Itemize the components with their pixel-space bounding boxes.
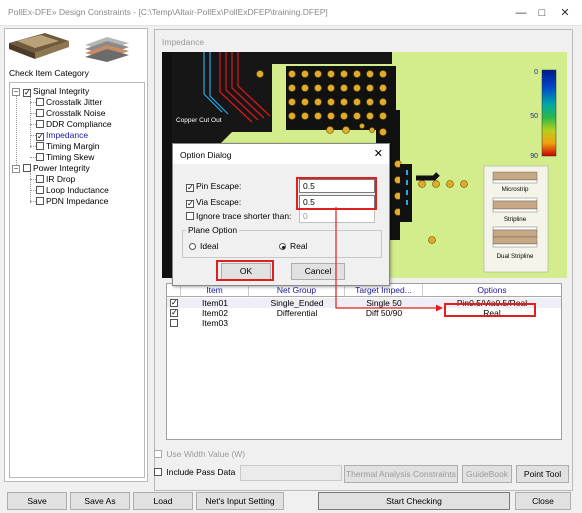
tree-item-ddr-compliance[interactable]: DDR Compliance [36,119,112,130]
pin-escape-option[interactable]: ✓ Pin Escape: [186,181,241,192]
checkbox[interactable] [36,197,44,205]
check-item-category-label: Check Item Category [9,68,89,78]
checkbox[interactable] [36,120,44,128]
tree-item-timing-skew[interactable]: Timing Skew [36,152,94,163]
row-checkbox[interactable]: ✓ [170,299,178,307]
point-tool-button[interactable]: Point Tool [516,465,569,483]
category-tree: − ✓ Signal Integrity Crosstalk Jitter Cro… [9,82,145,478]
cell-item: Item03 [202,318,228,328]
group-label: Impedance [162,37,205,47]
scale-label-max: 90 [530,153,538,160]
copper-cutout-label: Copper Cut Out [176,117,222,124]
tree-item-signal-integrity[interactable]: ✓ Signal Integrity [23,86,89,97]
highlight-options-cell [444,303,536,317]
checkbox[interactable] [36,98,44,106]
thermal-analysis-constraints-button[interactable]: Thermal Analysis Constraints [344,465,458,483]
start-checking-button[interactable]: Start Checking [318,492,510,510]
row-checkbox[interactable] [170,319,178,327]
checkbox[interactable] [23,164,31,172]
checkbox[interactable]: ✓ [186,200,194,208]
checkbox[interactable] [36,186,44,194]
cell-item: Item01 [202,298,228,308]
load-button[interactable]: Load [133,492,193,510]
close-button[interactable]: Close [515,492,571,510]
maximize-icon[interactable]: □ [535,6,549,20]
impedance-scale-bar [541,69,557,157]
checkbox[interactable] [36,153,44,161]
dialog-title: Option Dialog [180,150,232,160]
minimize-icon[interactable]: — [514,6,528,20]
tree-item-pdn-impedance[interactable]: PDN Impedance [36,196,108,207]
disabled-field [240,465,342,481]
legend-stripline: Stripline [504,216,527,223]
via-escape-option[interactable]: ✓ Via Escape: [186,197,241,208]
checkbox[interactable] [154,450,162,458]
checkbox[interactable] [36,109,44,117]
use-width-value-option[interactable]: Use Width Value (W) [154,449,245,459]
tree-item-crosstalk-noise[interactable]: Crosstalk Noise [36,108,106,119]
plane-option-label: Plane Option [186,225,240,235]
annotation-arrow [335,207,443,312]
tree-item-crosstalk-jitter[interactable]: Crosstalk Jitter [36,97,102,108]
legend-dual-stripline: Dual Stripline [497,253,534,260]
tree-item-power-integrity[interactable]: Power Integrity [23,163,90,174]
tree-item-ir-drop[interactable]: IR Drop [36,174,75,185]
checkbox[interactable] [154,468,162,476]
include-pass-data-option[interactable]: Include Pass Data [154,467,235,477]
title-bar: PollEx-DFE» Design Constraints - [C:\Tem… [0,0,582,26]
tree-item-loop-inductance[interactable]: Loop Inductance [36,185,109,196]
table-row[interactable]: Item03 [167,318,561,328]
real-radio[interactable]: Real [279,241,307,251]
checkbox[interactable] [186,212,194,220]
checkbox[interactable] [36,175,44,183]
cell-item: Item02 [202,308,228,318]
tree-item-timing-margin[interactable]: Timing Margin [36,141,100,152]
save-button[interactable]: Save [7,492,67,510]
close-icon[interactable]: ✕ [558,6,572,20]
dialog-close-icon[interactable]: ✕ [374,147,383,160]
checkbox[interactable] [36,142,44,150]
dialog-title-bar: Option Dialog ✕ [173,144,389,164]
expand-toggle-power-integrity[interactable]: − [12,165,20,173]
checkbox[interactable]: ✓ [36,133,44,141]
window-title: PollEx-DFE» Design Constraints - [C:\Tem… [8,7,328,17]
row-checkbox[interactable]: ✓ [170,309,178,317]
nets-input-setting-button[interactable]: Net's Input Setting [196,492,284,510]
legend-microstrip: Microstrip [502,186,529,193]
scale-label-min: 0 [534,69,538,76]
scale-label-mid: 50 [530,113,538,120]
ideal-radio[interactable]: Ideal [189,241,218,251]
tree-item-impedance[interactable]: ✓ Impedance [36,130,88,141]
checkbox[interactable]: ✓ [186,184,194,192]
highlight-ok-button [216,260,274,281]
package-image [7,31,132,63]
ignore-trace-option[interactable]: Ignore trace shorter than: [186,211,291,221]
checkbox[interactable]: ✓ [23,89,31,97]
save-as-button[interactable]: Save As [70,492,130,510]
guidebook-button[interactable]: GuideBook [462,465,512,483]
radio[interactable] [279,243,286,250]
radio[interactable] [189,243,196,250]
expand-toggle-signal-integrity[interactable]: − [12,88,20,96]
